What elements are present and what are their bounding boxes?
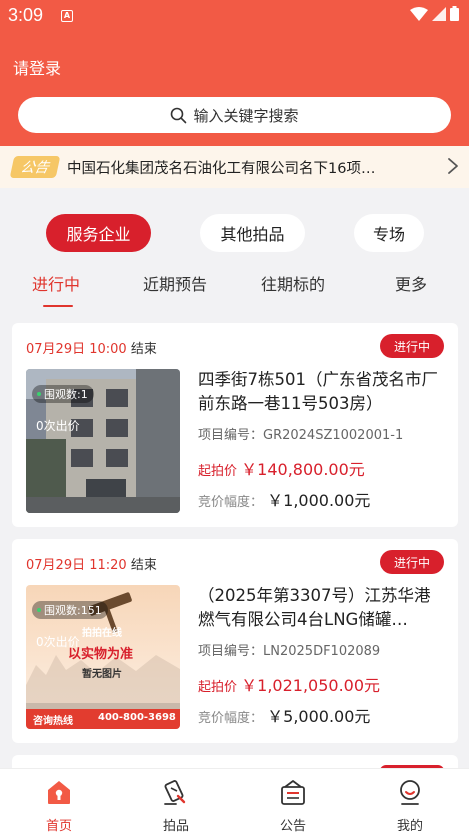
listing-title[interactable]: （2025年第3307号）江苏华港燃气有限公司4台LNG储罐… <box>198 584 446 632</box>
notice-box-icon <box>281 780 305 805</box>
gavel-icon <box>164 780 186 805</box>
start-price-value: ￥140,800.00元 <box>241 460 365 479</box>
bottom-nav: 首页 拍品 公告 我的 <box>0 768 469 835</box>
home-icon <box>48 781 70 804</box>
bid-increment: 竞价幅度： ￥1,000.00元 <box>198 487 370 511</box>
nav-home[interactable]: 首页 <box>29 769 89 835</box>
category-pill-special[interactable]: 专场 <box>354 214 424 252</box>
search-placeholder: 输入关键字搜索 <box>193 106 299 125</box>
nav-home-label: 首页 <box>45 819 72 834</box>
tab-upcoming[interactable]: 近期预告 <box>143 271 207 295</box>
listing-image-placeholder[interactable]: 围观数:151 0次出价 拍拍在线 以实物为准 暂无图片 咨询热线 400-80… <box>26 585 180 729</box>
placeholder-hotline: 400-800-3698 <box>98 712 176 723</box>
start-price: 起拍价 ￥1,021,050.00元 <box>198 672 380 696</box>
listing-title[interactable]: 四季街7栋501（广东省茂名市厂前东路一巷11号503房） <box>198 368 446 416</box>
project-code-label: 项目编号： <box>198 428 264 443</box>
bid-increment-value: ￥5,000.00元 <box>267 707 371 726</box>
chevron-right-icon[interactable] <box>447 157 459 175</box>
project-code: 项目编号：GR2024SZ1002001-1 <box>198 424 403 443</box>
placeholder-no-image: 暂无图片 <box>82 669 122 680</box>
notice-badge: 公告 <box>9 156 61 178</box>
nav-lots-label: 拍品 <box>162 819 189 834</box>
notice-text[interactable]: 中国石化集团茂名石油化工有限公司名下16项… <box>67 157 417 178</box>
nav-mine-label: 我的 <box>396 819 423 834</box>
tab-more[interactable]: 更多 <box>395 271 427 295</box>
bid-count: 0次出价 <box>36 419 80 433</box>
end-date: 07月29日 11:20 <box>26 558 127 573</box>
app-header: 3:09 A 请登录 输入关键字搜索 <box>0 0 469 146</box>
nav-lots[interactable]: 拍品 <box>146 769 206 835</box>
status-icons <box>410 6 459 21</box>
end-time: 07月29日 10:00 结束 <box>26 338 157 357</box>
project-code-value: LN2025DF102089 <box>263 644 381 659</box>
wifi-icon <box>410 6 428 21</box>
nav-notice-label: 公告 <box>279 819 306 834</box>
start-price-label: 起拍价 <box>198 680 238 695</box>
nav-notice[interactable]: 公告 <box>263 769 323 835</box>
placeholder-slogan: 以实物为准 <box>68 647 134 662</box>
notification-a-icon: A <box>61 10 73 22</box>
tab-ongoing[interactable]: 进行中 <box>32 271 80 295</box>
project-code: 项目编号：LN2025DF102089 <box>198 640 380 659</box>
nav-mine[interactable]: 我的 <box>380 769 440 835</box>
tab-active-indicator <box>43 305 73 307</box>
search-icon <box>171 107 187 123</box>
listing-image[interactable]: 围观数:1 0次出价 <box>26 369 180 513</box>
bid-increment-label: 竞价幅度： <box>198 711 264 726</box>
listing-card[interactable]: 07月29日 10:00 结束 进行中 围观数:1 0次出价 四季街7栋501（… <box>12 323 458 527</box>
start-price: 起拍价 ￥140,800.00元 <box>198 456 365 480</box>
end-date: 07月29日 10:00 <box>26 342 127 357</box>
notice-bar[interactable]: 公告 中国石化集团茂名石油化工有限公司名下16项… <box>0 146 469 188</box>
end-suffix: 结束 <box>130 342 157 357</box>
placeholder-online-label: 拍拍在线 <box>82 628 122 639</box>
end-suffix: 结束 <box>130 558 157 573</box>
placeholder-hotline-label: 咨询热线 <box>33 716 73 727</box>
project-code-value: GR2024SZ1002001-1 <box>263 428 404 443</box>
status-badge: 进行中 <box>380 550 444 574</box>
tab-past[interactable]: 往期标的 <box>261 271 325 295</box>
search-bar[interactable]: 输入关键字搜索 <box>18 97 451 133</box>
profile-icon <box>400 780 420 805</box>
login-link[interactable]: 请登录 <box>13 55 61 79</box>
bid-increment-label: 竞价幅度： <box>198 495 264 510</box>
start-price-value: ￥1,021,050.00元 <box>241 676 381 695</box>
start-price-label: 起拍价 <box>198 464 238 479</box>
end-time: 07月29日 11:20 结束 <box>26 554 157 573</box>
listing-card[interactable]: 07月29日 11:20 结束 进行中 围观数:151 0次出价 拍拍在线 以实… <box>12 539 458 743</box>
category-pill-service[interactable]: 服务企业 <box>46 214 151 252</box>
category-pill-other[interactable]: 其他拍品 <box>200 214 305 252</box>
signal-icon <box>432 6 446 21</box>
status-badge: 进行中 <box>380 334 444 358</box>
battery-icon <box>450 6 459 21</box>
status-bar: 3:09 A <box>0 0 469 32</box>
status-time: 3:09 <box>8 5 44 25</box>
watch-count: 围观数:1 <box>32 385 94 403</box>
watch-count: 围观数:151 <box>32 601 108 619</box>
project-code-label: 项目编号： <box>198 644 264 659</box>
bid-increment-value: ￥1,000.00元 <box>267 491 371 510</box>
bid-increment: 竞价幅度： ￥5,000.00元 <box>198 703 370 727</box>
